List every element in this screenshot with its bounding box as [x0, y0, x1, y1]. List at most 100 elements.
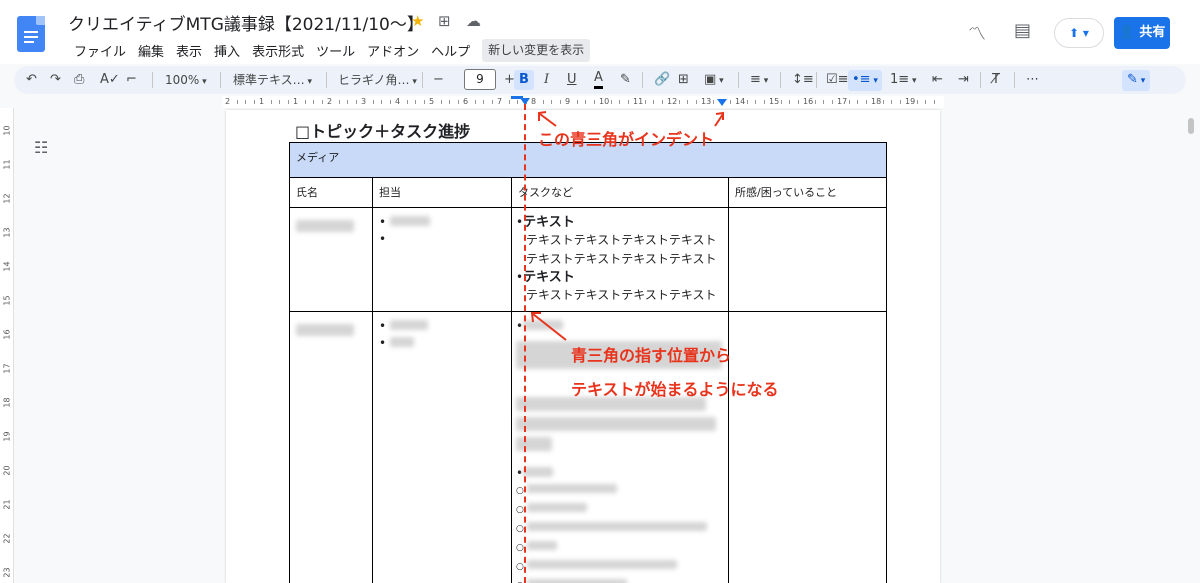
activity-trend-icon[interactable]: 〽 — [968, 20, 986, 46]
ruler-number: 2 — [327, 97, 333, 106]
table-cell[interactable] — [289, 311, 373, 583]
list-item: • — [516, 318, 724, 335]
link-icon[interactable]: 🔗 — [654, 70, 670, 90]
right-indent-marker[interactable] — [717, 99, 727, 106]
font-size-decrease-button[interactable]: − — [433, 70, 444, 90]
list-item: ○ — [516, 577, 724, 583]
clear-formatting-icon[interactable]: T̸ — [992, 70, 1000, 90]
editing-mode-icon[interactable]: ✎ — [1122, 70, 1151, 91]
person-icon: 👤 — [1118, 25, 1135, 40]
vertical-ruler-number: 10 — [2, 125, 12, 136]
ruler-tick — [381, 100, 382, 104]
zoom-select[interactable]: 100% — [165, 70, 207, 92]
ruler-tick — [313, 100, 314, 104]
vertical-ruler-number: 18 — [2, 397, 12, 408]
ruler-number: 7 — [497, 97, 503, 106]
numbered-list-icon[interactable]: 1≡ — [890, 70, 917, 91]
horizontal-ruler[interactable]: 2 1 1 2 3 4 5 6 7 8 9 10 11 12 13 14 15 16 17 18 19 — [0, 96, 1200, 108]
ruler-tick — [542, 100, 544, 104]
vertical-ruler-number: 12 — [2, 193, 12, 204]
menu-insert[interactable]: 挿入 — [208, 39, 246, 62]
menu-edit[interactable]: 編集 — [132, 39, 170, 62]
menu-format[interactable]: 表示形式 — [246, 39, 310, 62]
vertical-ruler-number: 16 — [2, 329, 12, 340]
menu-addons[interactable]: アドオン — [361, 39, 425, 62]
table-cell[interactable]: • • — [372, 311, 512, 583]
vertical-ruler-number: 19 — [2, 431, 12, 442]
ruler-tick — [831, 100, 833, 104]
document-outline-icon[interactable]: ☷ — [34, 138, 48, 157]
document-title[interactable]: クリエイティブMTG議事録【2021/11/10〜】 — [68, 10, 424, 35]
italic-button[interactable]: I — [544, 70, 549, 90]
cloud-status-icon[interactable]: ☁ — [466, 12, 481, 30]
ruler-tick — [279, 100, 280, 104]
vertical-ruler-number: 22 — [2, 533, 12, 544]
vertical-ruler-number: 23 — [2, 567, 12, 578]
column-header[interactable]: タスクなど — [511, 177, 729, 208]
paint-format-icon[interactable]: ⌐ — [126, 70, 137, 90]
ruler-tick — [814, 100, 816, 104]
font-size-input[interactable]: 9 — [464, 69, 496, 90]
ruler-number: 1 — [293, 97, 299, 106]
ruler-tick — [406, 100, 408, 104]
scrollbar-thumb[interactable] — [1188, 118, 1194, 134]
ruler-tick — [925, 100, 926, 104]
table-cell[interactable]: • • — [372, 207, 512, 312]
column-header[interactable]: 氏名 — [289, 177, 373, 208]
ruler-tick — [882, 100, 884, 104]
bulleted-list-icon[interactable]: •≡ — [848, 70, 882, 91]
share-button[interactable]: 👤 共有 — [1114, 17, 1170, 49]
ruler-tick — [559, 100, 561, 104]
highlight-icon[interactable]: ✎ — [620, 70, 631, 90]
text-color-button[interactable]: A — [594, 70, 603, 89]
ruler-number: 19 — [905, 97, 916, 106]
left-indent-marker[interactable] — [511, 96, 523, 99]
move-folder-icon[interactable]: ⊞ — [438, 12, 451, 30]
column-header[interactable]: 所感/困っていること — [728, 177, 887, 208]
task-text: テキストテキストテキストテキスト — [526, 233, 717, 247]
ruler-number: 16 — [803, 97, 814, 106]
vertical-ruler-number: 13 — [2, 227, 12, 238]
spellcheck-icon[interactable]: A✓ — [100, 70, 120, 90]
insert-image-icon[interactable]: ▣ — [704, 70, 724, 91]
underline-button[interactable]: U — [567, 70, 577, 90]
menu-file[interactable]: ファイル — [68, 39, 132, 62]
docs-logo-icon[interactable] — [17, 16, 45, 52]
ruler-number: 17 — [837, 97, 848, 106]
table-cell[interactable] — [728, 207, 887, 312]
comment-history-icon[interactable]: ▤ — [1014, 20, 1031, 41]
ruler-tick — [338, 100, 340, 104]
vertical-ruler-number: 11 — [2, 159, 12, 170]
line-spacing-icon[interactable]: ↕≡ — [792, 70, 814, 90]
menu-help[interactable]: ヘルプ — [425, 39, 476, 62]
add-comment-icon[interactable]: ⊞ — [678, 70, 689, 90]
column-header[interactable]: 担当 — [372, 177, 512, 208]
table-cell[interactable] — [728, 311, 887, 583]
list-item: ○ — [516, 501, 724, 520]
style-select[interactable]: 標準テキス… — [233, 70, 312, 92]
table-cell[interactable]: •テキスト テキストテキストテキストテキスト テキストテキストテキストテキスト … — [511, 207, 729, 312]
ruler-tick — [848, 100, 850, 104]
increase-indent-icon[interactable]: ⇥ — [958, 70, 969, 90]
vertical-ruler-number: 20 — [2, 465, 12, 476]
decrease-indent-icon[interactable]: ⇤ — [932, 70, 943, 90]
present-button[interactable]: ⬆ ▾ — [1054, 18, 1104, 48]
undo-icon[interactable]: ↶ — [26, 70, 37, 90]
table-cell[interactable] — [289, 207, 373, 312]
print-icon[interactable]: ⎙ — [74, 70, 84, 90]
bold-button[interactable]: B — [514, 70, 534, 90]
font-select[interactable]: ヒラギノ角… — [338, 70, 417, 92]
star-icon[interactable]: ★ — [411, 12, 424, 30]
list-item: • — [379, 232, 387, 246]
more-options-button[interactable]: ⋯ — [1026, 70, 1039, 90]
redacted-text — [523, 320, 564, 330]
align-icon[interactable]: ≡ — [750, 70, 768, 91]
redo-icon[interactable]: ↷ — [50, 70, 61, 90]
ruler-number: 6 — [463, 97, 469, 106]
checklist-icon[interactable]: ☑≡ — [826, 70, 849, 90]
new-changes-link[interactable]: 新しい変更を表示 — [482, 39, 591, 62]
menu-view[interactable]: 表示 — [170, 39, 208, 62]
menu-tools[interactable]: ツール — [310, 39, 361, 62]
task-title: テキスト — [523, 270, 575, 285]
ruler-tick — [347, 100, 348, 104]
